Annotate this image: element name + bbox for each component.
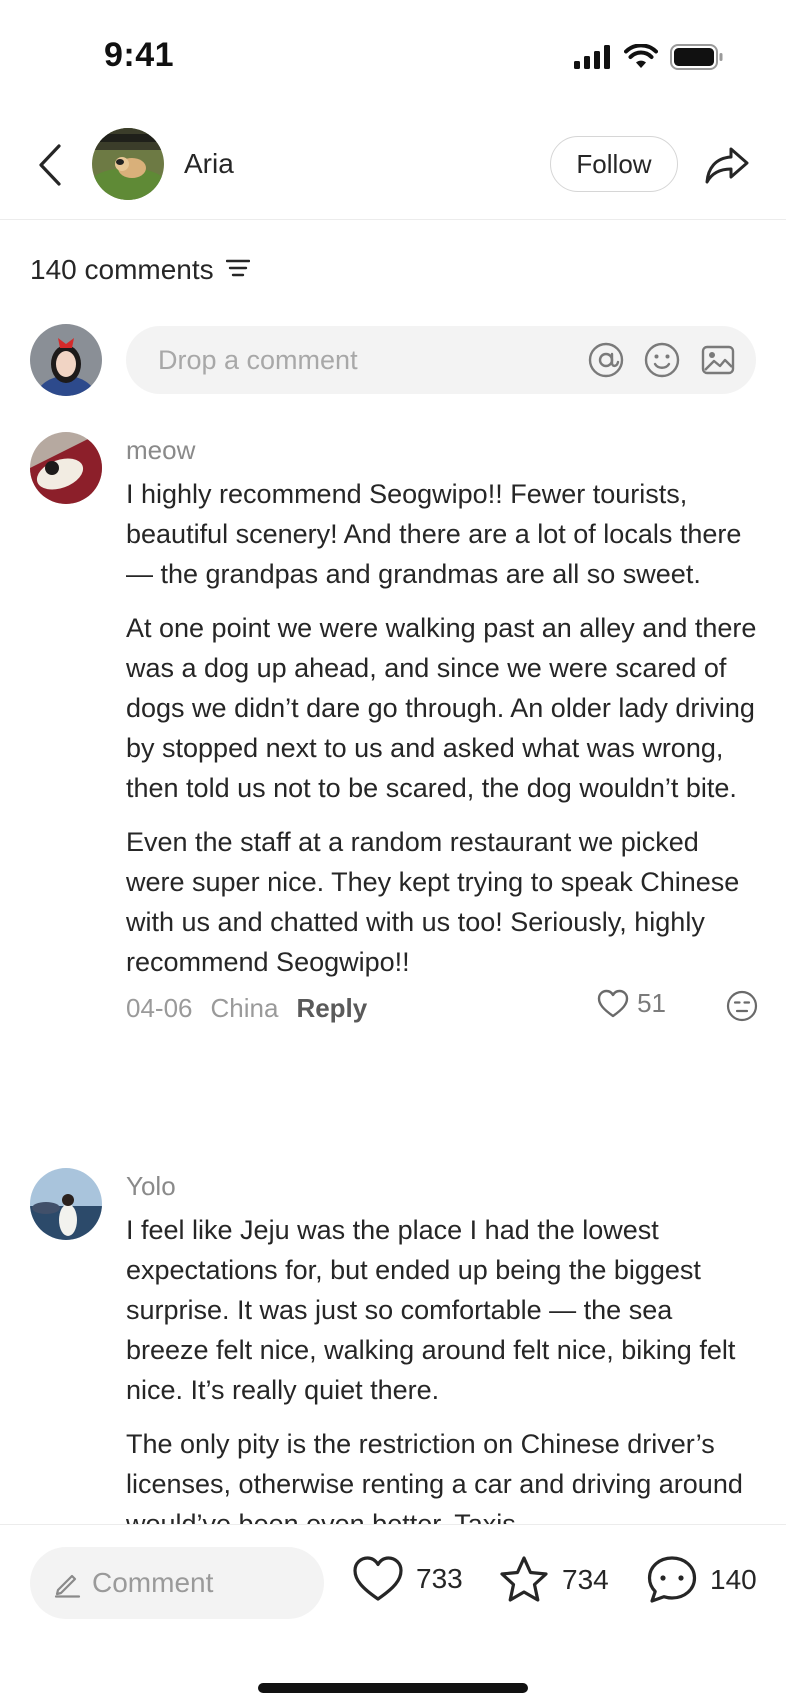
bottom-comment-label: Comment	[92, 1567, 214, 1598]
comment-like-count: 51	[637, 988, 666, 1018]
star-icon	[500, 1556, 548, 1602]
image-icon[interactable]	[700, 342, 736, 378]
share-icon	[705, 147, 749, 184]
comments-count: 140 comments	[30, 254, 214, 285]
dislike-face-icon	[726, 990, 758, 1022]
post-header: Aria Follow	[0, 110, 786, 220]
comment-body: Yolo I feel like Jeju was the place I ha…	[126, 1168, 758, 1558]
comment-text: Even the staff at a random restaurant we…	[126, 827, 740, 977]
commenter-avatar[interactable]	[30, 432, 102, 504]
home-indicator[interactable]	[258, 1683, 528, 1693]
favorite-count: 734	[562, 1564, 609, 1595]
comment-input[interactable]	[158, 340, 558, 380]
comment-dislike-button[interactable]	[726, 990, 758, 1029]
share-button[interactable]	[702, 140, 752, 190]
comment-location: China	[210, 992, 279, 1023]
follow-button[interactable]: Follow	[550, 136, 678, 192]
cellular-signal-icon	[574, 45, 612, 74]
status-time: 9:41	[104, 36, 175, 74]
bottom-comment-input[interactable]: Comment	[30, 1547, 324, 1619]
status-bar: 9:41	[0, 0, 786, 110]
reply-button[interactable]: Reply	[296, 993, 367, 1024]
wifi-icon	[624, 43, 658, 75]
favorite-button[interactable]: 734	[498, 1555, 609, 1605]
commenter-avatar[interactable]	[30, 1168, 102, 1240]
back-button[interactable]	[30, 140, 70, 190]
comment-text: At one point we were walking past an all…	[126, 613, 757, 803]
author-name[interactable]: Aria	[184, 148, 234, 180]
like-button[interactable]: 733	[352, 1555, 463, 1603]
emoji-icon[interactable]	[644, 342, 680, 378]
pencil-icon	[54, 1574, 81, 1598]
chevron-left-icon	[39, 144, 61, 186]
bottom-action-bar: Comment 733 734 140	[0, 1524, 786, 1704]
comment-meta: 04-06 China Reply 51	[126, 988, 758, 1028]
comment-text: I feel like Jeju was the place I had the…	[126, 1215, 736, 1405]
heart-icon	[353, 1556, 403, 1601]
comments-header: 140 comments	[30, 254, 250, 286]
comment-body: meow I highly recommend Seogwipo!! Fewer…	[126, 432, 758, 1028]
comment-text: I highly recommend Seogwipo!! Fewer tour…	[126, 479, 742, 589]
sort-filter-icon[interactable]	[225, 258, 250, 283]
comment-username[interactable]: Yolo	[126, 1168, 758, 1204]
comment-count: 140	[710, 1564, 757, 1595]
my-avatar	[30, 324, 102, 396]
mention-icon[interactable]	[588, 342, 624, 378]
battery-icon	[670, 44, 724, 75]
comment-like-button[interactable]: 51	[597, 988, 666, 1019]
input-icons	[588, 342, 736, 378]
comments-button[interactable]: 140	[646, 1555, 757, 1605]
heart-icon	[597, 989, 629, 1017]
comment-bubble-icon	[647, 1556, 697, 1603]
status-icons	[574, 43, 724, 75]
comment-input-box[interactable]	[126, 326, 756, 394]
author-avatar[interactable]	[92, 128, 164, 200]
comment-username[interactable]: meow	[126, 432, 758, 468]
like-count: 733	[416, 1563, 463, 1594]
comment-date: 04-06	[126, 992, 193, 1023]
